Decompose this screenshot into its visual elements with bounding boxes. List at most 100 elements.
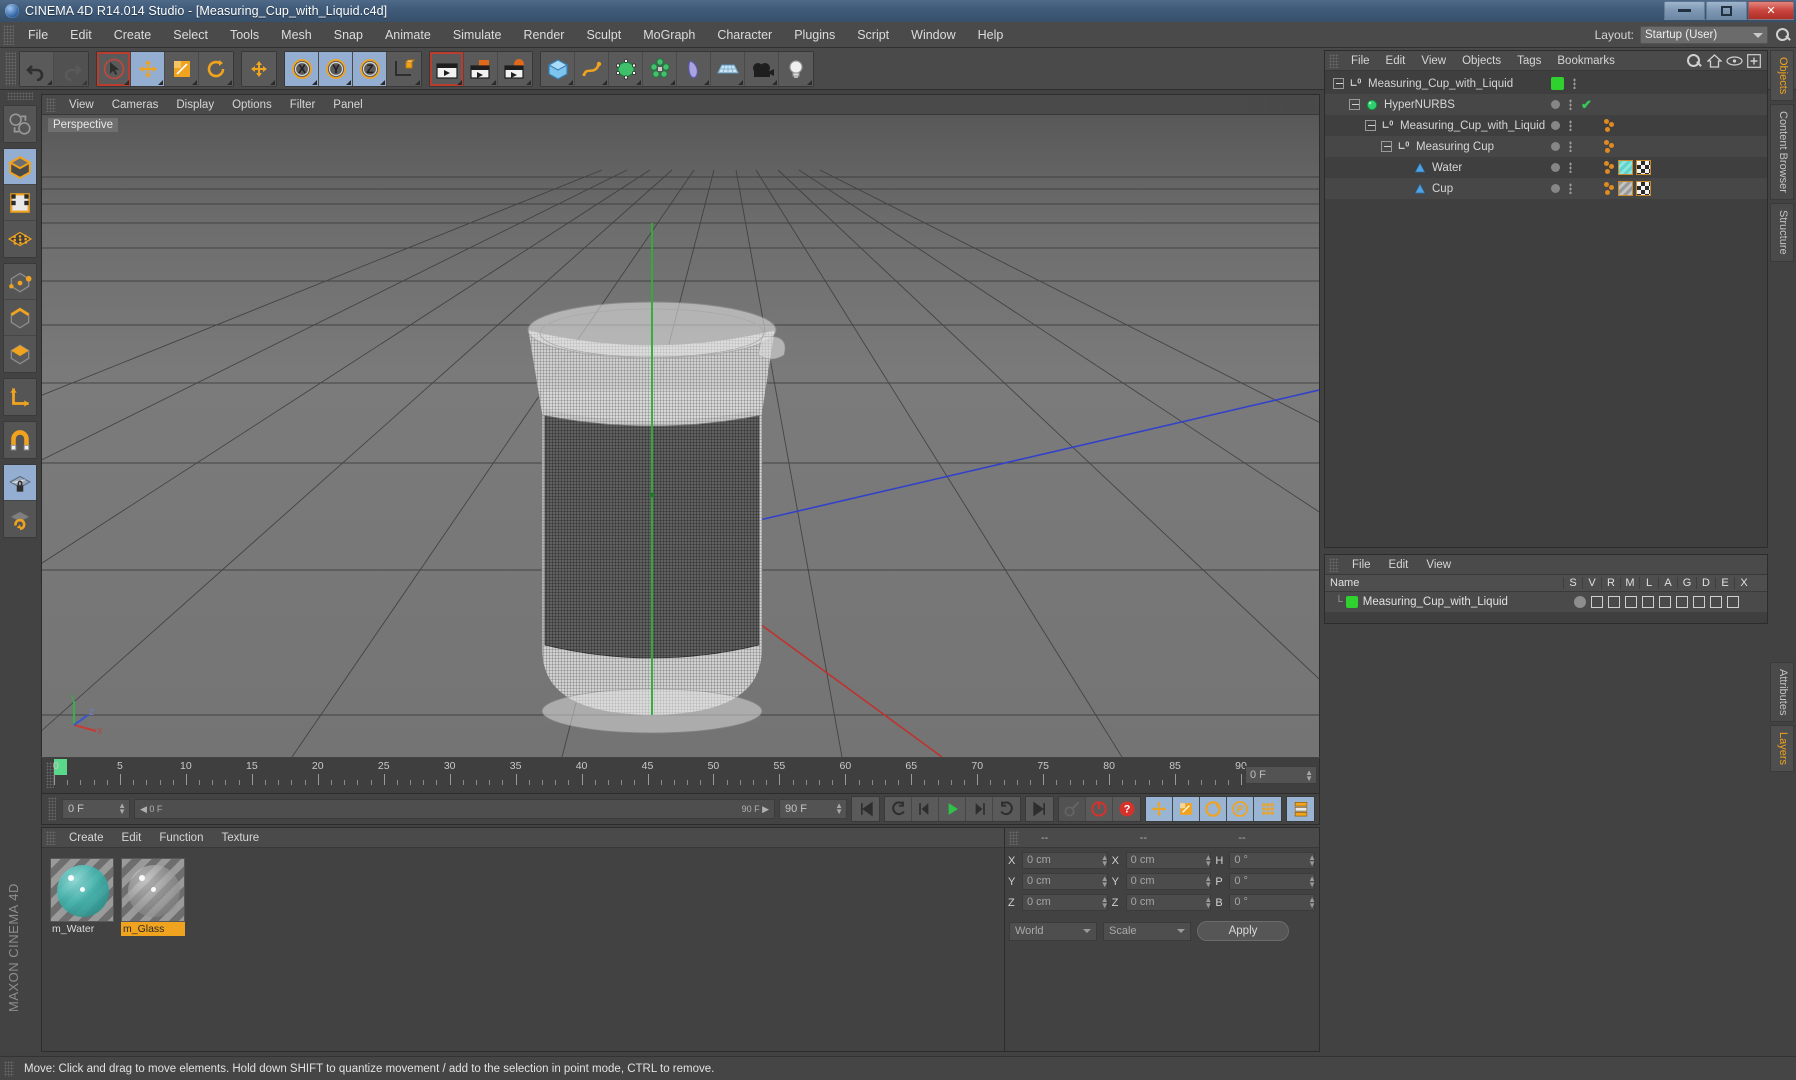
rotation-input[interactable]: 0 ° (1229, 873, 1316, 890)
stepper-icon[interactable]: ▲ ▼ (1204, 895, 1212, 909)
search-icon[interactable] (1685, 52, 1703, 70)
toolbar-floor-environment-button[interactable] (711, 51, 745, 86)
visibility-editor-render-dots[interactable] (1569, 183, 1572, 194)
dock-tab-structure[interactable]: Structure (1770, 203, 1794, 262)
toolbar-render-settings-button[interactable] (498, 51, 532, 86)
viewport-menu-panel[interactable]: Panel (324, 97, 371, 113)
manager-icon[interactable] (1625, 596, 1637, 608)
phong-tag-dots[interactable] (1603, 181, 1615, 197)
toolbar-array-generator-button[interactable] (643, 51, 677, 86)
stepper-icon[interactable]: ▲ ▼ (1308, 853, 1316, 867)
xpresso-icon[interactable] (1727, 596, 1739, 608)
transport-step-forward-button[interactable] (966, 797, 993, 821)
minimize-button[interactable] (1664, 1, 1705, 20)
toolbar-grip[interactable] (5, 51, 16, 86)
submenu-corner-icon[interactable] (772, 79, 777, 85)
toolbar-world-object-coord-button[interactable] (387, 51, 421, 86)
toolbar-cube-primitive-button[interactable] (541, 51, 575, 86)
toolbar-render-to-picture-viewer-button[interactable] (464, 51, 498, 86)
submenu-corner-icon[interactable] (568, 79, 573, 85)
object-name[interactable]: Measuring Cup (1416, 141, 1494, 153)
layer-manager-grip[interactable] (1329, 557, 1339, 572)
new-layer-icon[interactable] (1747, 53, 1761, 68)
submenu-corner-icon[interactable] (380, 79, 385, 85)
maximize-button[interactable] (1706, 1, 1747, 20)
material-item[interactable]: m_Water (50, 858, 114, 936)
menu-character[interactable]: Character (706, 24, 783, 46)
submenu-corner-icon[interactable] (312, 79, 317, 85)
material-glass-tag[interactable] (1618, 181, 1633, 196)
stepper-icon[interactable]: ▲ ▼ (1308, 895, 1316, 909)
menu-script[interactable]: Script (846, 24, 900, 46)
solo-dot-icon[interactable] (1574, 596, 1586, 608)
submenu-corner-icon[interactable] (124, 79, 129, 85)
lock-icon[interactable] (1642, 596, 1654, 608)
material-water-tag[interactable] (1618, 160, 1633, 175)
submenu-corner-icon[interactable] (158, 79, 163, 85)
submenu-corner-icon[interactable] (602, 79, 607, 85)
material-item[interactable]: m_Glass (121, 858, 185, 936)
animation-icon[interactable] (1659, 596, 1671, 608)
viewport-menu-view[interactable]: View (60, 97, 103, 113)
visibility-toggle-dot[interactable] (1551, 100, 1560, 109)
viewport-grip[interactable] (46, 97, 56, 112)
submenu-corner-icon[interactable] (738, 79, 743, 85)
layer-color-swatch[interactable] (1345, 596, 1358, 608)
visibility-toggle-dot[interactable] (1551, 142, 1560, 151)
pan-viewport-icon[interactable] (1249, 97, 1264, 112)
toolbar-spline-pen-button[interactable] (575, 51, 609, 86)
material-menu-create[interactable]: Create (60, 830, 113, 846)
left-undo-view-button[interactable] (4, 106, 36, 142)
object-menu-tags[interactable]: Tags (1509, 53, 1549, 69)
object-name[interactable]: Cup (1432, 183, 1453, 195)
object-menu-objects[interactable]: Objects (1454, 53, 1509, 69)
object-name[interactable]: HyperNURBS (1384, 99, 1455, 111)
viewport-menu-display[interactable]: Display (167, 97, 223, 113)
frame-ruler[interactable]: 0 5 10 15 20 25 30 35 40 45 50 55 60 65 70 75 80 85 90 (53, 758, 1247, 793)
menu-render[interactable]: Render (512, 24, 575, 46)
object-menu-edit[interactable]: Edit (1378, 53, 1414, 69)
visibility-editor-render-dots[interactable] (1573, 78, 1576, 89)
left-model-mode-button[interactable] (4, 149, 36, 185)
left-toolbar-grip[interactable] (7, 92, 33, 100)
material-menu-function[interactable]: Function (150, 830, 212, 846)
object-row[interactable]: 0 Measuring Cup (1325, 136, 1767, 157)
visibility-toggle-dot[interactable] (1551, 184, 1560, 193)
toolbar-redo-button[interactable] (54, 51, 88, 86)
submenu-corner-icon[interactable] (670, 79, 675, 85)
material-thumbnail[interactable] (50, 858, 114, 922)
transport-animation-layers-button[interactable] (1287, 797, 1314, 821)
toolbar-world-axis-button[interactable] (242, 51, 276, 86)
rotation-input[interactable]: 0 ° (1229, 894, 1316, 911)
expand-collapse-icon[interactable] (1381, 141, 1392, 152)
toolbar-y-axis-button[interactable]: Y (319, 51, 353, 86)
transform-mode-dropdown[interactable]: Scale (1103, 921, 1191, 941)
object-row[interactable]: 0 Measuring_Cup_with_Liquid (1325, 115, 1767, 136)
menu-animate[interactable]: Animate (374, 24, 442, 46)
transport-go-to-end-button[interactable] (1026, 797, 1053, 821)
current-frame-field[interactable]: 0 F ▲ ▼ (62, 799, 130, 819)
menu-create[interactable]: Create (103, 24, 163, 46)
rotation-input[interactable]: 0 ° (1229, 852, 1316, 869)
coord-system-dropdown[interactable]: World (1009, 921, 1097, 941)
submenu-corner-icon[interactable] (82, 79, 87, 85)
menu-sculpt[interactable]: Sculpt (575, 24, 632, 46)
layer-color-swatch[interactable] (1551, 77, 1564, 90)
transport-key-scale-button[interactable] (1173, 797, 1200, 821)
expression-icon[interactable] (1710, 596, 1722, 608)
submenu-corner-icon[interactable] (807, 79, 812, 85)
menu-window[interactable]: Window (900, 24, 966, 46)
preview-end-field[interactable]: 90 F ▲ ▼ (779, 799, 847, 819)
submenu-corner-icon[interactable] (227, 79, 232, 85)
layer-row[interactable]: └ Measuring_Cup_with_Liquid (1325, 592, 1767, 612)
size-input[interactable]: 0 cm (1125, 873, 1212, 890)
expand-collapse-icon[interactable] (1333, 78, 1344, 89)
position-input[interactable]: 0 cm (1022, 873, 1108, 890)
viewport-menu-options[interactable]: Options (223, 97, 281, 113)
generator-enabled-icon[interactable]: ✔ (1581, 98, 1592, 111)
object-name[interactable]: Measuring_Cup_with_Liquid (1368, 78, 1513, 90)
viewport-menu-cameras[interactable]: Cameras (103, 97, 168, 113)
menu-select[interactable]: Select (162, 24, 219, 46)
transport-autokeying-button[interactable] (1059, 797, 1086, 821)
timeline-ruler[interactable]: 0 5 10 15 20 25 30 35 40 45 50 55 60 65 70 75 80 85 90 0 F… (41, 758, 1320, 793)
